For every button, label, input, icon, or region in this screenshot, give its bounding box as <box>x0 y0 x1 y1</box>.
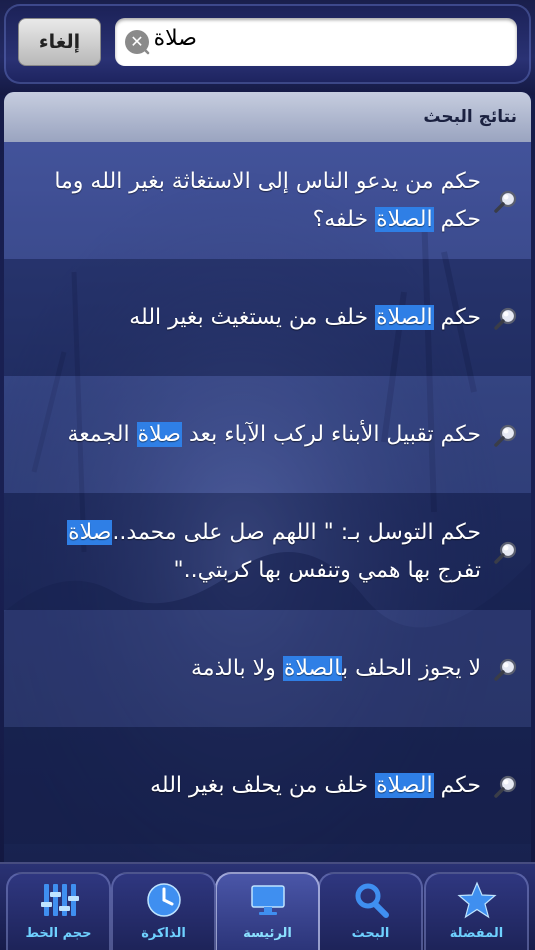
search-icon <box>355 883 389 918</box>
result-row[interactable]: لا يجوز الحلف بالصلاة ولا بالذمة <box>4 610 531 727</box>
highlighted-match: الصلاة <box>375 206 434 232</box>
result-row[interactable]: حكم التوسل بـ: " اللهم صل على محمد..صلاة… <box>4 493 531 610</box>
highlighted-match: الصلاة <box>375 772 434 798</box>
result-text-segment: تفرج بها همي وتنفس بها كربتي.." <box>173 557 481 583</box>
tab-home[interactable]: الرئيسة <box>215 872 320 950</box>
results-header: نتائج البحث <box>4 92 531 142</box>
cancel-button[interactable]: إلغاء <box>18 18 101 66</box>
star-icon <box>456 881 497 919</box>
result-title: حكم التوسل بـ: " اللهم صل على محمد..صلاة… <box>26 514 481 590</box>
tab-label: حجم الخط <box>25 926 92 941</box>
result-text-segment: الجمعة <box>67 421 137 447</box>
result-text-segment: لا يجوز الحلف ب <box>341 655 481 681</box>
search-bar: صلاة ✕ إلغاء <box>0 0 535 95</box>
tab-label: المفضلة <box>449 926 504 941</box>
magnifier-icon <box>494 658 517 681</box>
magnifier-icon <box>494 307 517 330</box>
clear-search-button[interactable]: ✕ <box>125 30 149 54</box>
tab-label: البحث <box>351 926 390 941</box>
tab-favorites[interactable]: المفضلة <box>424 872 529 950</box>
result-text-segment: خلف من يحلف بغير الله <box>150 772 376 798</box>
result-title: حكم الصلاة خلف من يحلف بغير الله <box>150 767 481 805</box>
result-title: حكم تقبيل الأبناء لركب الآباء بعد صلاة ا… <box>67 416 481 454</box>
close-icon: ✕ <box>130 32 144 51</box>
result-row[interactable]: حكم الصلاة خلف من يحلف بغير الله <box>4 727 531 844</box>
result-text-segment: حكم تقبيل الأبناء لركب الآباء بعد <box>181 421 481 447</box>
result-title: حكم من يدعو الناس إلى الاستغاثة بغير الل… <box>26 163 481 239</box>
clock-icon <box>146 883 181 917</box>
search-query-text: صلاة <box>153 26 197 51</box>
result-title: حكم الصلاة خلف من يستغيث بغير الله <box>129 299 481 337</box>
magnifier-icon <box>494 424 517 447</box>
result-text-segment: خلف من يستغيث بغير الله <box>129 304 376 330</box>
result-text-segment: ولا بالذمة <box>190 655 283 681</box>
tab-memory[interactable]: الذاكرة <box>111 872 216 950</box>
results-panel: نتائج البحث حكم من يدعو الناس إلى الاستغ… <box>4 92 531 874</box>
highlighted-match: صلاة <box>67 519 113 545</box>
result-text-segment: حكم <box>433 772 481 798</box>
result-text-segment: حكم <box>433 304 481 330</box>
highlighted-match: الصلاة <box>375 304 434 330</box>
sliders-icon <box>40 884 79 916</box>
tab-search[interactable]: البحث <box>318 872 423 950</box>
result-title: لا يجوز الحلف بالصلاة ولا بالذمة <box>191 650 481 688</box>
tab-font-size[interactable]: حجم الخط <box>6 872 111 950</box>
tab-bar: المفضلة البحث الرئيسة الذاكرة حجم الخط <box>0 862 535 950</box>
magnifier-icon <box>494 775 517 798</box>
result-text-segment: حكم التوسل بـ: " اللهم صل على محمد.. <box>112 519 481 545</box>
magnifier-icon <box>494 541 517 564</box>
highlighted-match: صلاة <box>136 421 182 447</box>
result-row[interactable]: حكم الصلاة خلف من يستغيث بغير الله <box>4 259 531 376</box>
results-list: حكم من يدعو الناس إلى الاستغاثة بغير الل… <box>4 142 531 844</box>
tab-label: الذاكرة <box>141 926 186 941</box>
result-text-segment: خلفه؟ <box>312 206 376 232</box>
search-input[interactable]: صلاة ✕ <box>115 18 517 66</box>
tab-label: الرئيسة <box>243 926 292 941</box>
result-row[interactable]: حكم من يدعو الناس إلى الاستغاثة بغير الل… <box>4 142 531 259</box>
monitor-icon <box>250 885 285 915</box>
highlighted-match: الصلاة <box>282 655 342 681</box>
result-row[interactable]: حكم تقبيل الأبناء لركب الآباء بعد صلاة ا… <box>4 376 531 493</box>
magnifier-icon <box>494 190 517 213</box>
